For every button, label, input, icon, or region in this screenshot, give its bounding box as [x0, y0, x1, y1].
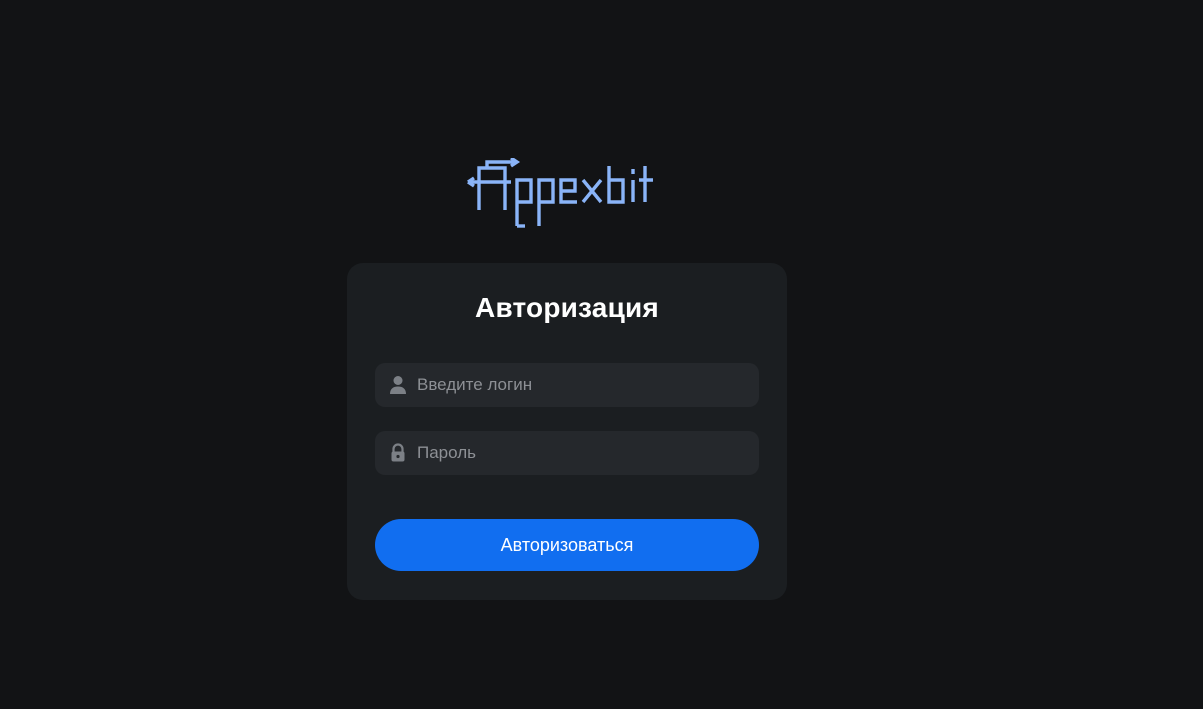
appexbit-logo [465, 158, 671, 228]
page-title: Авторизация [475, 292, 659, 323]
login-card: Авторизация Авторизоваться [347, 263, 787, 600]
login-page: Авторизация Авторизоваться [0, 0, 1203, 709]
user-icon [389, 375, 407, 395]
password-field[interactable] [375, 431, 759, 475]
login-field[interactable] [375, 363, 759, 407]
login-button[interactable]: Авторизоваться [375, 519, 759, 571]
login-input[interactable] [417, 363, 747, 407]
password-input[interactable] [417, 431, 747, 475]
lock-icon [389, 443, 407, 463]
